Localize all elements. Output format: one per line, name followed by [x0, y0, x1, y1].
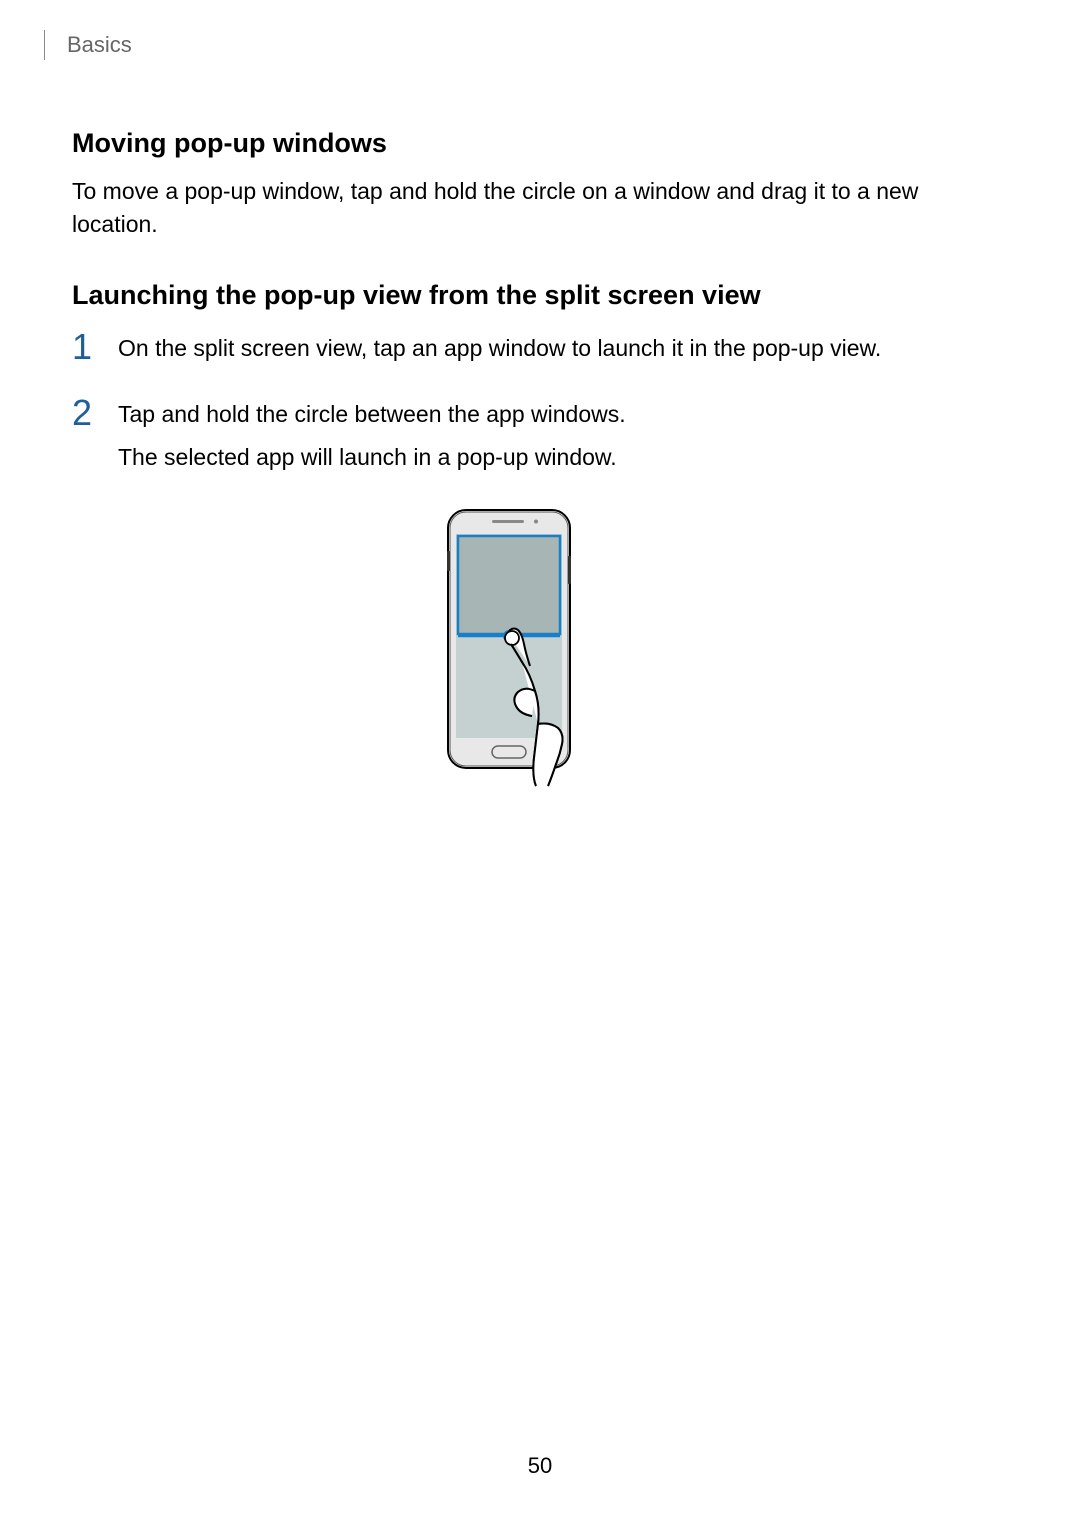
- step-subtext: The selected app will launch in a pop-up…: [118, 440, 626, 475]
- phone-illustration: [72, 506, 1008, 796]
- step-number: 1: [72, 327, 110, 365]
- breadcrumb-text: Basics: [67, 32, 132, 58]
- section-heading-moving: Moving pop-up windows: [72, 128, 1008, 159]
- step-item: 2 Tap and hold the circle between the ap…: [72, 393, 1008, 474]
- body-text-moving: To move a pop-up window, tap and hold th…: [72, 175, 1008, 242]
- page-number: 50: [0, 1453, 1080, 1479]
- breadcrumb: Basics: [44, 30, 1008, 60]
- step-item: 1 On the split screen view, tap an app w…: [72, 327, 1008, 366]
- breadcrumb-divider: [44, 30, 45, 60]
- section-heading-launching: Launching the pop-up view from the split…: [72, 280, 1008, 311]
- step-text: Tap and hold the circle between the app …: [118, 393, 626, 432]
- step-number: 2: [72, 393, 110, 431]
- step-text: On the split screen view, tap an app win…: [118, 327, 881, 366]
- step-list: 1 On the split screen view, tap an app w…: [72, 327, 1008, 475]
